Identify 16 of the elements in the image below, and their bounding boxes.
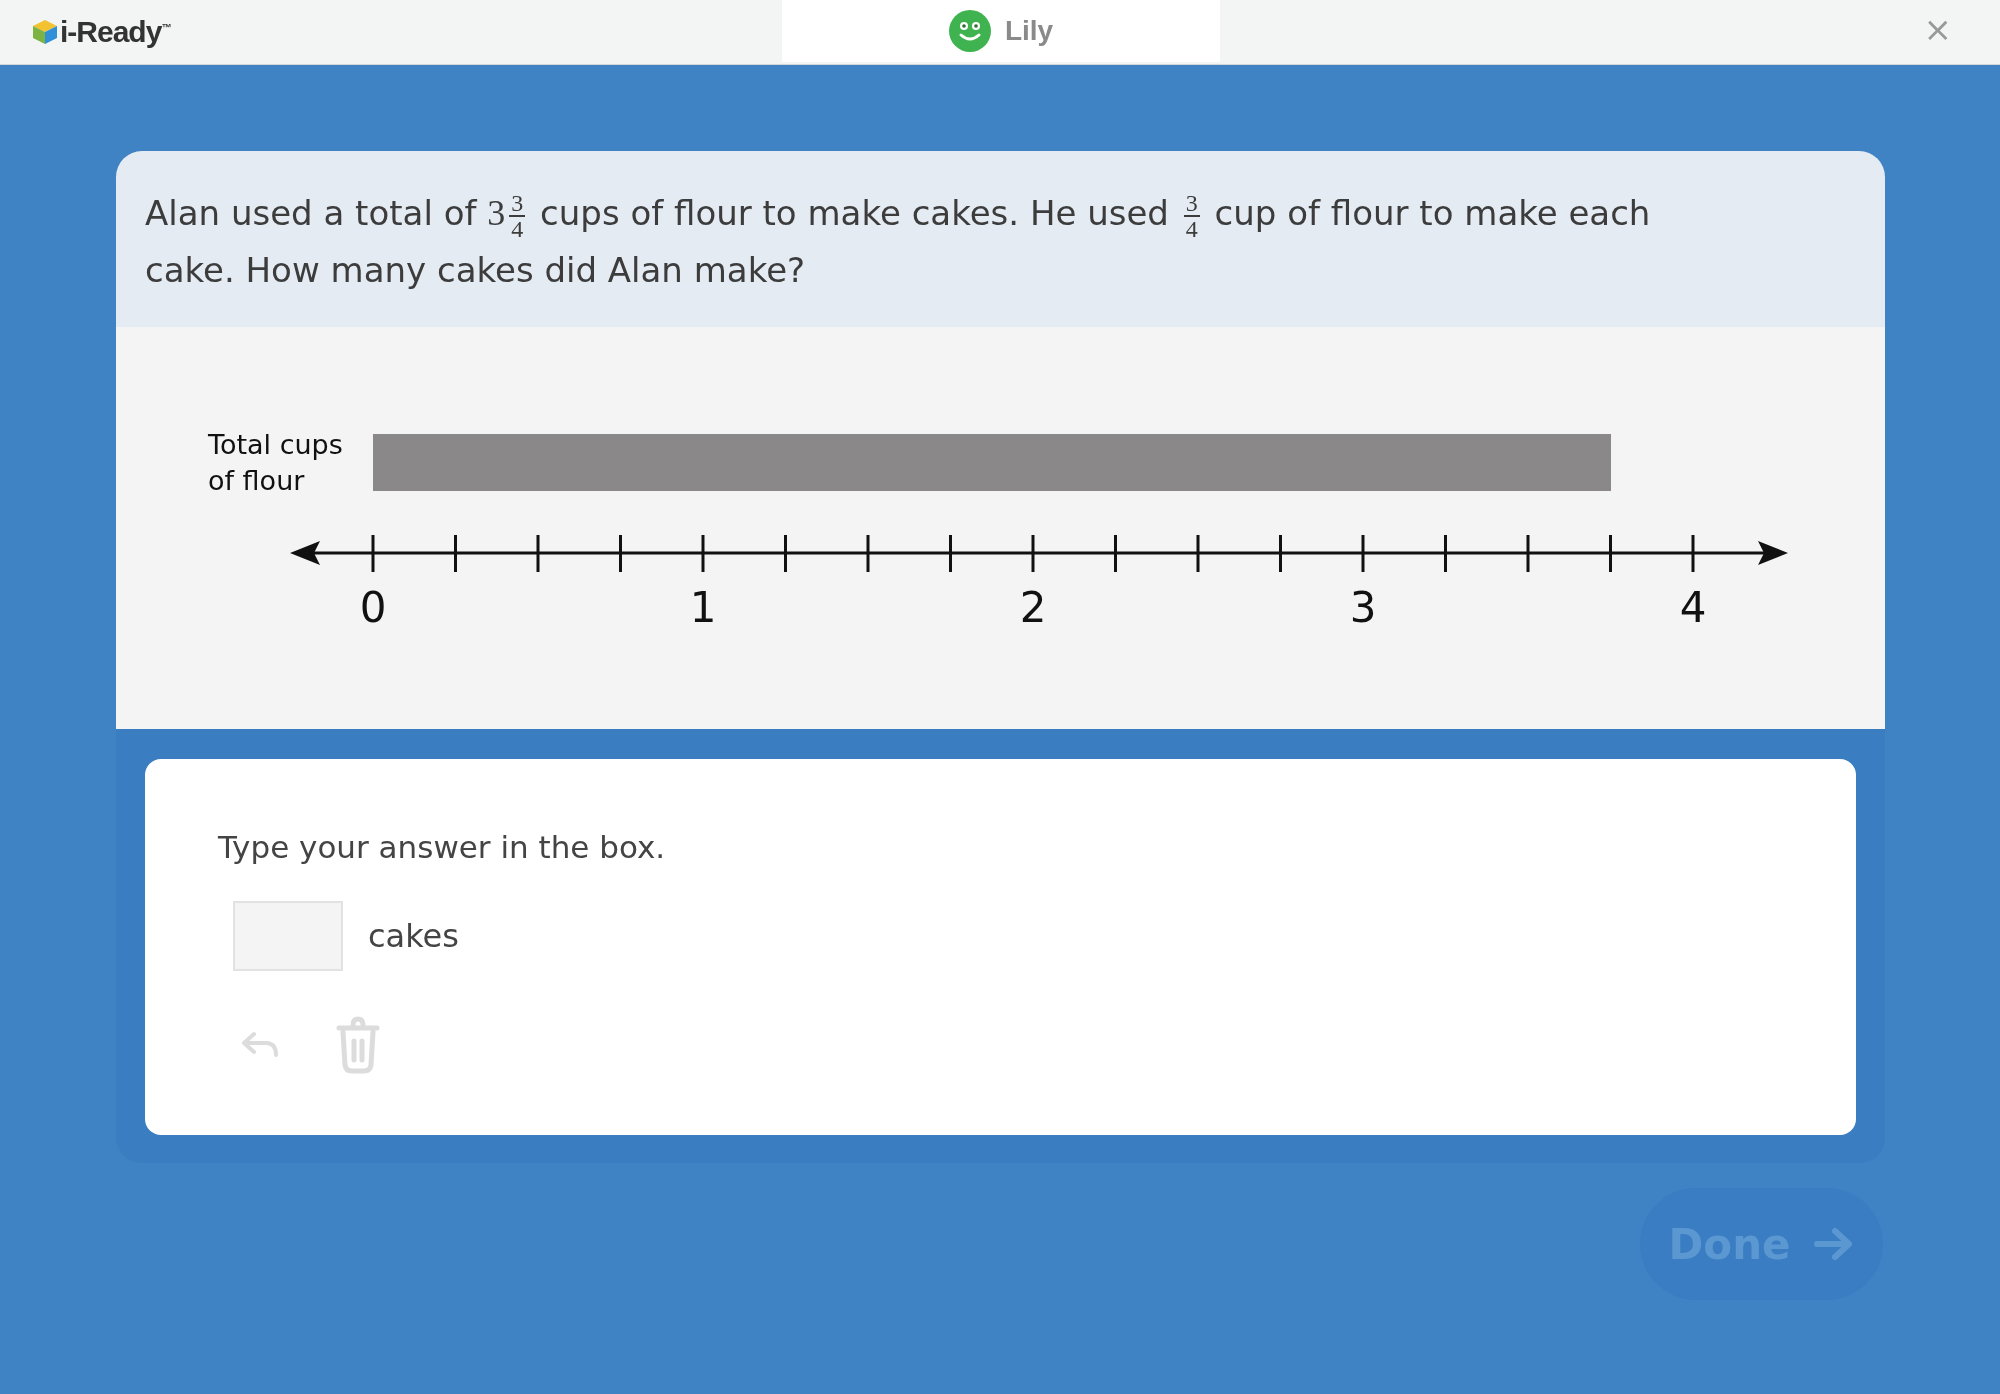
cube-icon — [32, 19, 58, 45]
tick-label: 4 — [1679, 582, 1707, 634]
tick-label: 0 — [359, 582, 387, 634]
tick-label: 1 — [689, 582, 717, 634]
arrow-icon — [1812, 1226, 1855, 1262]
smiley-icon — [948, 10, 991, 52]
answer-prompt: Type your answer in the box. — [218, 829, 667, 865]
unit-label: cakes — [368, 917, 459, 955]
logo-text: i-Ready$^{™}$ — [60, 15, 171, 49]
tick-label: 3 — [1349, 582, 1377, 634]
bar-label: Total cups of flour — [208, 428, 344, 498]
student-name: Lily — [1004, 15, 1054, 47]
answer-field[interactable] — [233, 901, 343, 971]
tick-label: 2 — [1019, 582, 1047, 634]
close-button[interactable]: × — [1923, 12, 1952, 46]
student-tab[interactable]: Lily — [782, 0, 1220, 62]
